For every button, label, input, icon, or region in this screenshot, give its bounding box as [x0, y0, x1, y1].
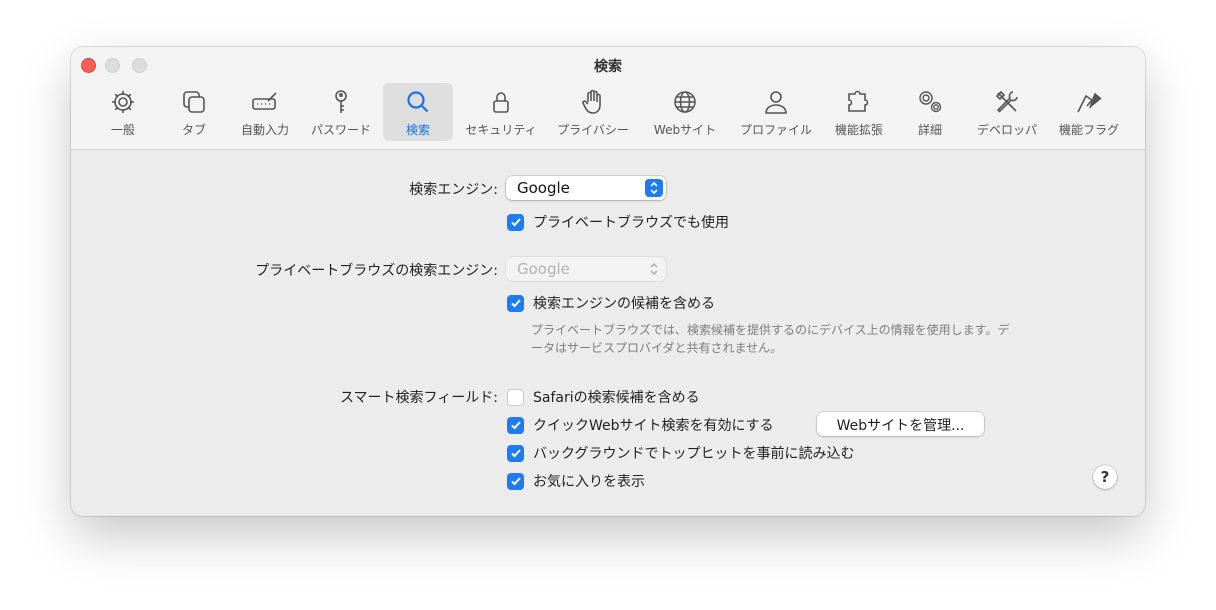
- preload-top-hit-label: バックグラウンドでトップヒットを事前に読み込む: [533, 446, 855, 462]
- flags-icon: [1074, 87, 1104, 117]
- private-note: プライベートブラウズでは、検索候補を提供するのにデバイス上の情報を使用します。デ…: [531, 323, 1010, 355]
- safari-suggestions-label: Safariの検索候補を含める: [533, 390, 700, 406]
- chevron-updown-icon: [645, 179, 663, 197]
- search-icon: [403, 87, 433, 117]
- tab-label: パスワード: [310, 123, 371, 137]
- gear-icon: [108, 87, 138, 117]
- titlebar: 検索 一般 タブ 自動入力 パスワード 検索 セキュリティ プライバシー Web…: [71, 47, 1145, 150]
- tab-developer[interactable]: デベロッパ: [971, 83, 1043, 141]
- tab-passwords[interactable]: パスワード: [305, 83, 377, 141]
- checkbox-unchecked-icon[interactable]: [507, 388, 524, 406]
- tab-label: 一般: [110, 123, 135, 137]
- tab-label: 機能拡張: [834, 123, 883, 137]
- tab-security[interactable]: セキュリティ: [459, 83, 543, 141]
- preferences-window: 検索 一般 タブ 自動入力 パスワード 検索 セキュリティ プライバシー Web…: [71, 47, 1145, 516]
- tab-privacy[interactable]: プライバシー: [551, 83, 635, 141]
- smart-field-label: スマート検索フィールド:: [339, 390, 498, 406]
- tab-search[interactable]: 検索: [383, 83, 453, 141]
- tab-tabs[interactable]: タブ: [165, 83, 223, 141]
- tab-advanced[interactable]: 詳細: [905, 83, 955, 141]
- use-in-private-row[interactable]: プライベートブラウズでも使用: [507, 212, 729, 232]
- tools-icon: [992, 87, 1022, 117]
- tab-general[interactable]: 一般: [93, 83, 153, 141]
- tab-autofill[interactable]: 自動入力: [231, 83, 299, 141]
- checkbox-checked-icon[interactable]: [507, 444, 524, 462]
- tab-profiles[interactable]: プロファイル: [735, 83, 817, 141]
- show-favorites-label: お気に入りを表示: [533, 474, 645, 490]
- toolbar: 一般 タブ 自動入力 パスワード 検索 セキュリティ プライバシー Webサイト…: [71, 83, 1145, 141]
- tab-feature-flags[interactable]: 機能フラグ: [1053, 83, 1125, 141]
- preload-top-hit-row[interactable]: バックグラウンドでトップヒットを事前に読み込む: [507, 443, 854, 463]
- tab-label: 詳細: [917, 123, 942, 137]
- lock-icon: [486, 87, 516, 117]
- checkbox-checked-icon[interactable]: [507, 416, 524, 434]
- checkbox-checked-icon[interactable]: [507, 213, 524, 231]
- tab-label: デベロッパ: [976, 123, 1037, 137]
- private-engine-label: プライベートブラウズの検索エンジン:: [255, 263, 498, 279]
- tab-label: 自動入力: [240, 123, 289, 137]
- chevron-updown-icon: [645, 260, 663, 278]
- private-engine-select: Google: [506, 257, 666, 281]
- use-in-private-label: プライベートブラウズでも使用: [533, 215, 729, 231]
- quick-search-row[interactable]: クイックWebサイト検索を有効にする: [507, 415, 774, 435]
- tab-websites[interactable]: Webサイト: [645, 83, 725, 141]
- autofill-icon: [250, 87, 280, 117]
- checkbox-checked-icon[interactable]: [507, 294, 524, 312]
- person-icon: [761, 87, 791, 117]
- tab-label: セキュリティ: [465, 123, 537, 137]
- checkbox-checked-icon[interactable]: [507, 472, 524, 490]
- quick-search-label: クイックWebサイト検索を有効にする: [533, 418, 774, 434]
- search-engine-label: 検索エンジン:: [409, 182, 498, 198]
- puzzle-icon: [844, 87, 874, 117]
- tab-label: プライバシー: [557, 123, 629, 137]
- show-favorites-row[interactable]: お気に入りを表示: [507, 471, 645, 491]
- include-suggestions-row[interactable]: 検索エンジンの候補を含める: [507, 293, 715, 313]
- tab-label: 機能フラグ: [1058, 123, 1119, 137]
- search-settings-pane: 検索エンジン: Google プライベートブラウズでも使用 プライベートブラウズ…: [71, 151, 1145, 516]
- safari-suggestions-row[interactable]: Safariの検索候補を含める: [507, 387, 700, 407]
- include-suggestions-label: 検索エンジンの候補を含める: [533, 296, 715, 312]
- manage-websites-button[interactable]: Webサイトを管理...: [817, 412, 984, 436]
- tab-label: タブ: [181, 123, 206, 137]
- tabs-icon: [179, 87, 209, 117]
- tab-label: 検索: [405, 123, 430, 137]
- gears-icon: [915, 87, 945, 117]
- hand-icon: [578, 87, 608, 117]
- key-icon: [326, 87, 356, 117]
- private-engine-value: Google: [517, 260, 570, 278]
- globe-icon: [670, 87, 700, 117]
- window-title: 検索: [594, 59, 622, 75]
- search-engine-value: Google: [517, 179, 570, 197]
- help-button[interactable]: ?: [1093, 465, 1117, 489]
- search-engine-select[interactable]: Google: [506, 176, 666, 200]
- tab-extensions[interactable]: 機能拡張: [827, 83, 891, 141]
- tab-label: Webサイト: [653, 123, 717, 137]
- tab-label: プロファイル: [739, 123, 812, 137]
